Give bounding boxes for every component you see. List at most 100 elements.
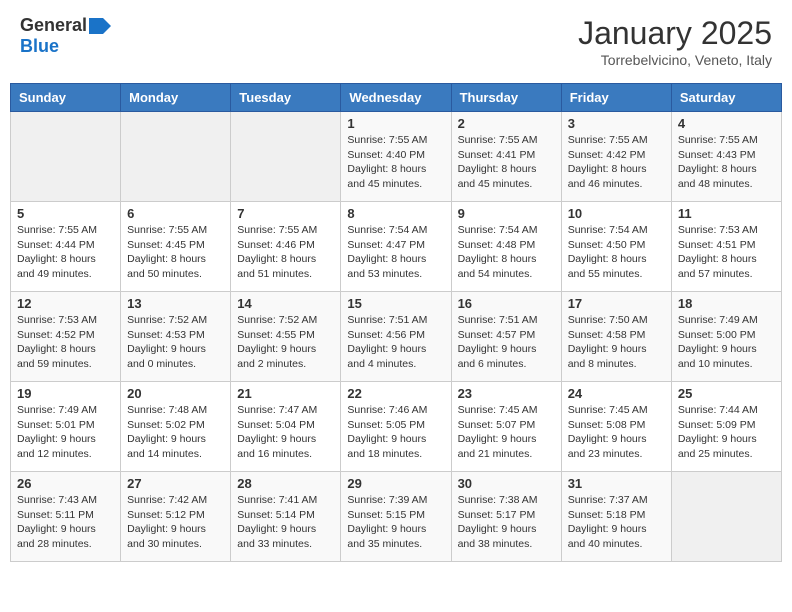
day-info: Sunrise: 7:55 AM Sunset: 4:43 PM Dayligh… [678, 133, 775, 192]
day-info: Sunrise: 7:45 AM Sunset: 5:08 PM Dayligh… [568, 403, 665, 462]
calendar-cell [121, 112, 231, 202]
day-number: 1 [347, 116, 444, 131]
day-number: 30 [458, 476, 555, 491]
logo-flag-icon [89, 18, 111, 34]
day-number: 22 [347, 386, 444, 401]
weekday-header-saturday: Saturday [671, 84, 781, 112]
day-number: 12 [17, 296, 114, 311]
calendar-week-row: 12 Sunrise: 7:53 AM Sunset: 4:52 PM Dayli… [11, 292, 782, 382]
calendar-cell: 21 Sunrise: 7:47 AM Sunset: 5:04 PM Dayli… [231, 382, 341, 472]
day-number: 31 [568, 476, 665, 491]
day-info: Sunrise: 7:42 AM Sunset: 5:12 PM Dayligh… [127, 493, 224, 552]
calendar-cell: 27 Sunrise: 7:42 AM Sunset: 5:12 PM Dayli… [121, 472, 231, 562]
calendar-week-row: 5 Sunrise: 7:55 AM Sunset: 4:44 PM Daylig… [11, 202, 782, 292]
calendar-cell: 5 Sunrise: 7:55 AM Sunset: 4:44 PM Daylig… [11, 202, 121, 292]
calendar-cell: 23Sunrise: 7:45 AM Sunset: 5:07 PM Dayli… [451, 382, 561, 472]
calendar-cell: 4 Sunrise: 7:55 AM Sunset: 4:43 PM Daylig… [671, 112, 781, 202]
page-header: General Blue January 2025 Torrebelvicino… [10, 10, 782, 73]
calendar-table: SundayMondayTuesdayWednesdayThursdayFrid… [10, 83, 782, 562]
day-info: Sunrise: 7:44 AM Sunset: 5:09 PM Dayligh… [678, 403, 775, 462]
calendar-cell [671, 472, 781, 562]
day-number: 7 [237, 206, 334, 221]
calendar-cell [11, 112, 121, 202]
day-number: 19 [17, 386, 114, 401]
day-number: 21 [237, 386, 334, 401]
title-section: January 2025 Torrebelvicino, Veneto, Ita… [578, 15, 772, 68]
weekday-header-friday: Friday [561, 84, 671, 112]
calendar-cell: 7 Sunrise: 7:55 AM Sunset: 4:46 PM Daylig… [231, 202, 341, 292]
calendar-cell: 10 Sunrise: 7:54 AM Sunset: 4:50 PM Dayli… [561, 202, 671, 292]
day-number: 9 [458, 206, 555, 221]
calendar-cell: 31 Sunrise: 7:37 AM Sunset: 5:18 PM Dayli… [561, 472, 671, 562]
day-info: Sunrise: 7:39 AM Sunset: 5:15 PM Dayligh… [347, 493, 444, 552]
day-info: Sunrise: 7:55 AM Sunset: 4:45 PM Dayligh… [127, 223, 224, 282]
day-number: 27 [127, 476, 224, 491]
day-number: 23 [458, 386, 555, 401]
weekday-header-wednesday: Wednesday [341, 84, 451, 112]
day-number: 14 [237, 296, 334, 311]
calendar-cell: 13 Sunrise: 7:52 AM Sunset: 4:53 PM Dayli… [121, 292, 231, 382]
day-info: Sunrise: 7:53 AM Sunset: 4:52 PM Dayligh… [17, 313, 114, 372]
calendar-cell: 11 Sunrise: 7:53 AM Sunset: 4:51 PM Dayli… [671, 202, 781, 292]
day-info: Sunrise: 7:46 AM Sunset: 5:05 PM Dayligh… [347, 403, 444, 462]
calendar-cell: 17Sunrise: 7:50 AM Sunset: 4:58 PM Dayli… [561, 292, 671, 382]
day-number: 10 [568, 206, 665, 221]
weekday-header-thursday: Thursday [451, 84, 561, 112]
calendar-cell: 8Sunrise: 7:54 AM Sunset: 4:47 PM Daylig… [341, 202, 451, 292]
day-info: Sunrise: 7:49 AM Sunset: 5:01 PM Dayligh… [17, 403, 114, 462]
day-number: 6 [127, 206, 224, 221]
logo: General Blue [20, 15, 111, 57]
day-number: 16 [458, 296, 555, 311]
day-number: 25 [678, 386, 775, 401]
location-subtitle: Torrebelvicino, Veneto, Italy [578, 52, 772, 68]
day-info: Sunrise: 7:51 AM Sunset: 4:56 PM Dayligh… [347, 313, 444, 372]
day-info: Sunrise: 7:38 AM Sunset: 5:17 PM Dayligh… [458, 493, 555, 552]
day-number: 3 [568, 116, 665, 131]
calendar-body: 1Sunrise: 7:55 AM Sunset: 4:40 PM Daylig… [11, 112, 782, 562]
calendar-cell: 29 Sunrise: 7:39 AM Sunset: 5:15 PM Dayli… [341, 472, 451, 562]
day-number: 2 [458, 116, 555, 131]
day-number: 29 [347, 476, 444, 491]
calendar-cell: 16 Sunrise: 7:51 AM Sunset: 4:57 PM Dayli… [451, 292, 561, 382]
weekday-header-sunday: Sunday [11, 84, 121, 112]
calendar-cell [231, 112, 341, 202]
calendar-cell: 18 Sunrise: 7:49 AM Sunset: 5:00 PM Dayli… [671, 292, 781, 382]
day-info: Sunrise: 7:48 AM Sunset: 5:02 PM Dayligh… [127, 403, 224, 462]
day-number: 18 [678, 296, 775, 311]
day-info: Sunrise: 7:55 AM Sunset: 4:44 PM Dayligh… [17, 223, 114, 282]
day-info: Sunrise: 7:49 AM Sunset: 5:00 PM Dayligh… [678, 313, 775, 372]
calendar-cell: 30 Sunrise: 7:38 AM Sunset: 5:17 PM Dayli… [451, 472, 561, 562]
logo-general-text: General [20, 15, 87, 36]
day-info: Sunrise: 7:50 AM Sunset: 4:58 PM Dayligh… [568, 313, 665, 372]
day-info: Sunrise: 7:51 AM Sunset: 4:57 PM Dayligh… [458, 313, 555, 372]
calendar-cell: 1Sunrise: 7:55 AM Sunset: 4:40 PM Daylig… [341, 112, 451, 202]
calendar-week-row: 1Sunrise: 7:55 AM Sunset: 4:40 PM Daylig… [11, 112, 782, 202]
calendar-week-row: 26Sunrise: 7:43 AM Sunset: 5:11 PM Dayli… [11, 472, 782, 562]
day-number: 26 [17, 476, 114, 491]
calendar-cell: 26Sunrise: 7:43 AM Sunset: 5:11 PM Dayli… [11, 472, 121, 562]
day-info: Sunrise: 7:53 AM Sunset: 4:51 PM Dayligh… [678, 223, 775, 282]
calendar-header: SundayMondayTuesdayWednesdayThursdayFrid… [11, 84, 782, 112]
calendar-cell: 9 Sunrise: 7:54 AM Sunset: 4:48 PM Daylig… [451, 202, 561, 292]
day-info: Sunrise: 7:52 AM Sunset: 4:53 PM Dayligh… [127, 313, 224, 372]
day-number: 4 [678, 116, 775, 131]
day-info: Sunrise: 7:37 AM Sunset: 5:18 PM Dayligh… [568, 493, 665, 552]
calendar-cell: 12 Sunrise: 7:53 AM Sunset: 4:52 PM Dayli… [11, 292, 121, 382]
day-info: Sunrise: 7:55 AM Sunset: 4:46 PM Dayligh… [237, 223, 334, 282]
day-info: Sunrise: 7:55 AM Sunset: 4:41 PM Dayligh… [458, 133, 555, 192]
day-number: 11 [678, 206, 775, 221]
day-number: 28 [237, 476, 334, 491]
calendar-cell: 22 Sunrise: 7:46 AM Sunset: 5:05 PM Dayli… [341, 382, 451, 472]
day-number: 13 [127, 296, 224, 311]
calendar-cell: 6 Sunrise: 7:55 AM Sunset: 4:45 PM Daylig… [121, 202, 231, 292]
day-info: Sunrise: 7:54 AM Sunset: 4:50 PM Dayligh… [568, 223, 665, 282]
day-number: 24 [568, 386, 665, 401]
day-info: Sunrise: 7:54 AM Sunset: 4:48 PM Dayligh… [458, 223, 555, 282]
day-number: 5 [17, 206, 114, 221]
calendar-cell: 2 Sunrise: 7:55 AM Sunset: 4:41 PM Daylig… [451, 112, 561, 202]
day-number: 8 [347, 206, 444, 221]
weekday-header-row: SundayMondayTuesdayWednesdayThursdayFrid… [11, 84, 782, 112]
day-info: Sunrise: 7:47 AM Sunset: 5:04 PM Dayligh… [237, 403, 334, 462]
calendar-cell: 20Sunrise: 7:48 AM Sunset: 5:02 PM Dayli… [121, 382, 231, 472]
calendar-cell: 14Sunrise: 7:52 AM Sunset: 4:55 PM Dayli… [231, 292, 341, 382]
